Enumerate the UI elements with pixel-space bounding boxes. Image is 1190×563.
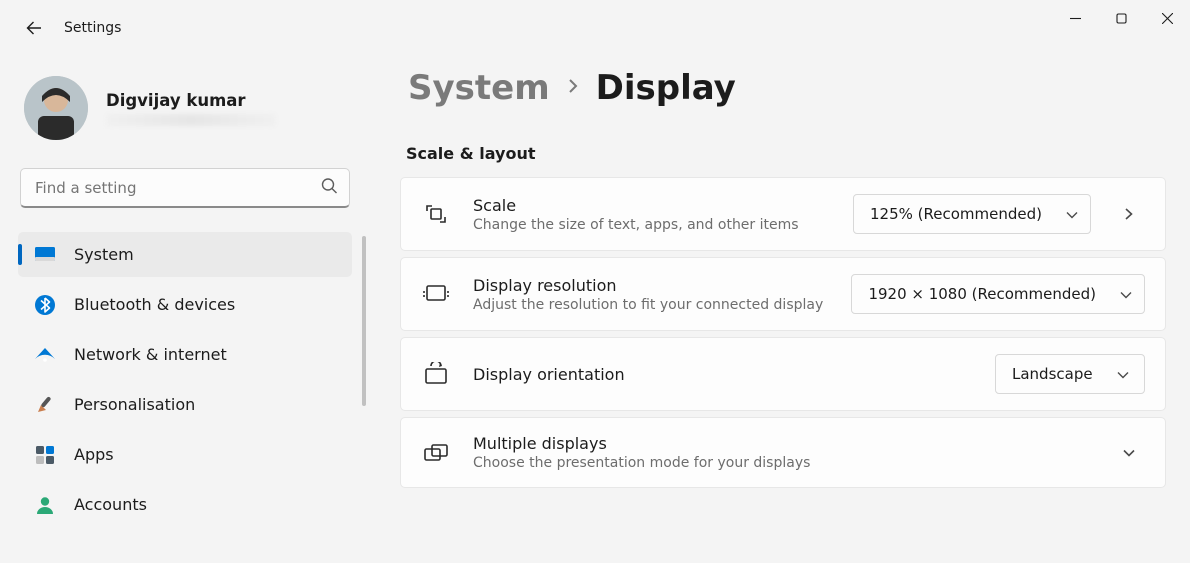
setting-row-resolution: Display resolution Adjust the resolution… xyxy=(400,257,1166,331)
setting-row-orientation: Display orientation Landscape xyxy=(400,337,1166,411)
setting-title: Display resolution xyxy=(473,276,829,295)
setting-desc: Adjust the resolution to fit your connec… xyxy=(473,297,829,313)
setting-desc: Choose the presentation mode for your di… xyxy=(473,455,1091,471)
setting-title: Display orientation xyxy=(473,365,973,384)
scale-icon xyxy=(421,201,451,227)
sidebar-item-personalisation[interactable]: Personalisation xyxy=(18,382,352,427)
main-content: System Display Scale & layout Scale Chan… xyxy=(400,56,1166,563)
expand-button[interactable] xyxy=(1113,448,1145,458)
orientation-dropdown[interactable]: Landscape xyxy=(995,354,1145,394)
sidebar-item-apps[interactable]: Apps xyxy=(18,432,352,477)
breadcrumb: System Display xyxy=(400,56,1166,134)
dropdown-value: 125% (Recommended) xyxy=(870,205,1042,223)
wifi-icon xyxy=(34,344,56,366)
setting-title: Scale xyxy=(473,196,831,215)
setting-row-multiple-displays[interactable]: Multiple displays Choose the presentatio… xyxy=(400,417,1166,488)
sidebar-item-bluetooth[interactable]: Bluetooth & devices xyxy=(18,282,352,327)
chevron-right-icon xyxy=(566,74,580,102)
sidebar-scrollbar[interactable] xyxy=(362,236,366,406)
avatar xyxy=(24,76,88,140)
search-box[interactable] xyxy=(20,168,350,208)
setting-title: Multiple displays xyxy=(473,434,1091,453)
sidebar-item-accounts[interactable]: Accounts xyxy=(18,482,352,527)
sidebar: Digvijay kumar System Bluetooth & device… xyxy=(0,56,370,563)
sidebar-item-label: Network & internet xyxy=(74,345,227,364)
window-controls xyxy=(1052,0,1190,36)
setting-desc: Change the size of text, apps, and other… xyxy=(473,217,831,233)
profile-block[interactable]: Digvijay kumar xyxy=(18,66,352,164)
chevron-down-icon xyxy=(1120,285,1132,303)
multiple-displays-icon xyxy=(421,442,451,464)
app-title: Settings xyxy=(64,20,121,36)
breadcrumb-current: Display xyxy=(596,68,736,108)
chevron-down-icon xyxy=(1066,205,1078,223)
app-header: Settings xyxy=(0,0,121,56)
profile-email-redacted xyxy=(106,114,276,126)
close-button[interactable] xyxy=(1144,0,1190,36)
minimize-button[interactable] xyxy=(1052,0,1098,36)
section-title: Scale & layout xyxy=(400,134,1166,177)
dropdown-value: Landscape xyxy=(1012,365,1093,383)
sidebar-item-label: Accounts xyxy=(74,495,147,514)
profile-name: Digvijay kumar xyxy=(106,91,276,110)
scale-dropdown[interactable]: 125% (Recommended) xyxy=(853,194,1091,234)
sidebar-item-system[interactable]: System xyxy=(18,232,352,277)
setting-row-scale: Scale Change the size of text, apps, and… xyxy=(400,177,1166,251)
resolution-dropdown[interactable]: 1920 × 1080 (Recommended) xyxy=(851,274,1145,314)
system-icon xyxy=(34,244,56,266)
person-icon xyxy=(34,494,56,516)
sidebar-nav: System Bluetooth & devices Network & int… xyxy=(18,232,352,527)
search-input[interactable] xyxy=(20,168,350,208)
breadcrumb-parent[interactable]: System xyxy=(408,68,550,108)
sidebar-item-network[interactable]: Network & internet xyxy=(18,332,352,377)
search-icon xyxy=(321,178,338,199)
chevron-down-icon xyxy=(1117,365,1129,383)
apps-icon xyxy=(34,444,56,466)
paintbrush-icon xyxy=(34,394,56,416)
back-button[interactable] xyxy=(14,8,54,48)
bluetooth-icon xyxy=(34,294,56,316)
dropdown-value: 1920 × 1080 (Recommended) xyxy=(868,285,1096,303)
sidebar-item-label: Apps xyxy=(74,445,114,464)
sidebar-item-label: Personalisation xyxy=(74,395,195,414)
orientation-icon xyxy=(421,362,451,386)
resolution-icon xyxy=(421,283,451,305)
maximize-button[interactable] xyxy=(1098,0,1144,36)
sidebar-item-label: Bluetooth & devices xyxy=(74,295,235,314)
expand-button[interactable] xyxy=(1113,206,1145,222)
sidebar-item-label: System xyxy=(74,245,134,264)
